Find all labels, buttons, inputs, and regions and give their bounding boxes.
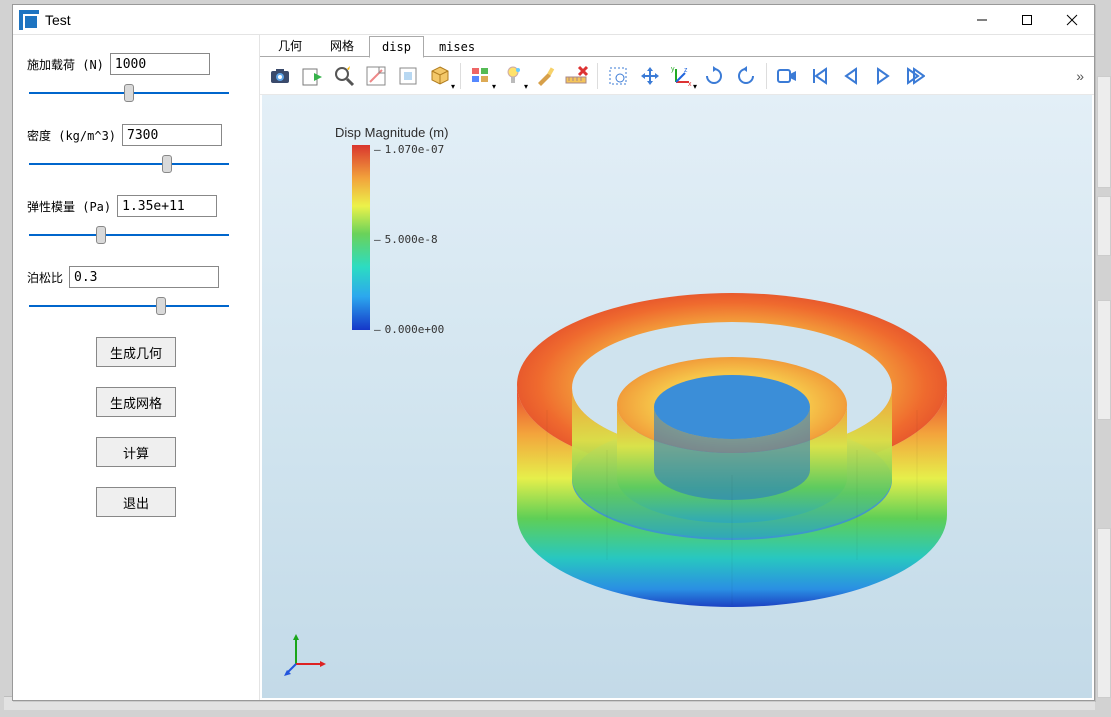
zoom-icon[interactable] — [330, 62, 358, 90]
light-icon[interactable]: ▾ — [499, 62, 527, 90]
render-viewport[interactable]: Disp Magnitude (m) 1.070e-07 5.000e-8 0.… — [262, 95, 1092, 698]
step-back-icon[interactable] — [837, 62, 865, 90]
legend-tick-min: 0.000e+00 — [374, 323, 444, 336]
color-legend-bar — [352, 145, 370, 330]
background-panel-stub — [1097, 196, 1111, 256]
tab-geometry[interactable]: 几何 — [265, 33, 315, 57]
rotate-cw-icon[interactable] — [700, 62, 728, 90]
tab-disp[interactable]: disp — [369, 36, 424, 58]
move-icon[interactable] — [636, 62, 664, 90]
toolbar-separator — [597, 63, 598, 89]
background-panel-stub — [1097, 76, 1111, 188]
param-density: 密度 (kg/m^3) — [27, 124, 245, 175]
brush-icon[interactable] — [531, 62, 559, 90]
svg-text:z: z — [684, 67, 688, 74]
rotate-ccw-icon[interactable] — [732, 62, 760, 90]
step-last-icon[interactable] — [901, 62, 929, 90]
zoom-box-icon[interactable] — [362, 62, 390, 90]
tab-mises[interactable]: mises — [426, 36, 488, 57]
window-title: Test — [45, 5, 71, 35]
param-youngs: 弹性模量 (Pa) — [27, 195, 245, 246]
legend-title: Disp Magnitude (m) — [335, 125, 448, 140]
minimize-button[interactable] — [959, 5, 1004, 35]
svg-text:y: y — [671, 66, 675, 73]
poisson-input[interactable] — [69, 266, 219, 288]
density-slider[interactable] — [29, 156, 229, 172]
step-forward-icon[interactable] — [869, 62, 897, 90]
youngs-input[interactable] — [117, 195, 217, 217]
save-scene-icon[interactable] — [298, 62, 326, 90]
param-load: 施加载荷 (N) — [27, 53, 245, 104]
result-tabs: 几何 网格 disp mises — [260, 35, 1094, 57]
screenshot-icon[interactable] — [266, 62, 294, 90]
toolbar-separator — [460, 63, 461, 89]
app-icon — [19, 10, 39, 30]
background-panel-stub — [1097, 528, 1111, 698]
legend-tick-mid: 5.000e-8 — [374, 233, 438, 246]
multi-view-icon[interactable]: ▾ — [467, 62, 495, 90]
app-window: Test 施加载荷 (N) 密度 (kg/m^3) — [12, 4, 1095, 701]
youngs-label: 弹性模量 (Pa) — [27, 198, 111, 215]
title-bar[interactable]: Test — [13, 5, 1094, 35]
record-icon[interactable] — [773, 62, 801, 90]
toolbar-separator — [766, 63, 767, 89]
orientation-triad-icon — [284, 630, 330, 676]
load-input[interactable] — [110, 53, 210, 75]
step-first-icon[interactable] — [805, 62, 833, 90]
solve-button[interactable]: 计算 — [96, 437, 176, 467]
select-rect-icon[interactable] — [604, 62, 632, 90]
fit-reset-icon[interactable] — [394, 62, 422, 90]
poisson-label: 泊松比 — [27, 269, 63, 286]
background-panel-stub — [1097, 300, 1111, 420]
poisson-slider[interactable] — [29, 298, 229, 314]
toolbar-overflow-icon[interactable]: » — [1076, 68, 1084, 84]
iso-box-icon[interactable]: ▾ — [426, 62, 454, 90]
ruler-delete-icon[interactable] — [563, 62, 591, 90]
load-slider[interactable] — [29, 85, 229, 101]
density-label: 密度 (kg/m^3) — [27, 127, 116, 144]
control-panel: 施加载荷 (N) 密度 (kg/m^3) 弹性模量 (Pa) — [13, 35, 260, 700]
tab-mesh[interactable]: 网格 — [317, 33, 367, 57]
load-label: 施加载荷 (N) — [27, 56, 104, 73]
generate-geometry-button[interactable]: 生成几何 — [96, 337, 176, 367]
svg-text:x: x — [688, 81, 692, 87]
generate-mesh-button[interactable]: 生成网格 — [96, 387, 176, 417]
legend-tick-max: 1.070e-07 — [374, 143, 444, 156]
maximize-button[interactable] — [1004, 5, 1049, 35]
density-input[interactable] — [122, 124, 222, 146]
exit-button[interactable]: 退出 — [96, 487, 176, 517]
youngs-slider[interactable] — [29, 227, 229, 243]
axes-icon[interactable]: zyx▾ — [668, 62, 696, 90]
close-button[interactable] — [1049, 5, 1094, 35]
param-poisson: 泊松比 — [27, 266, 245, 317]
viewer-toolbar: ▾ ▾ ▾ zyx▾ » — [260, 57, 1094, 95]
fem-result-model — [457, 210, 1017, 630]
